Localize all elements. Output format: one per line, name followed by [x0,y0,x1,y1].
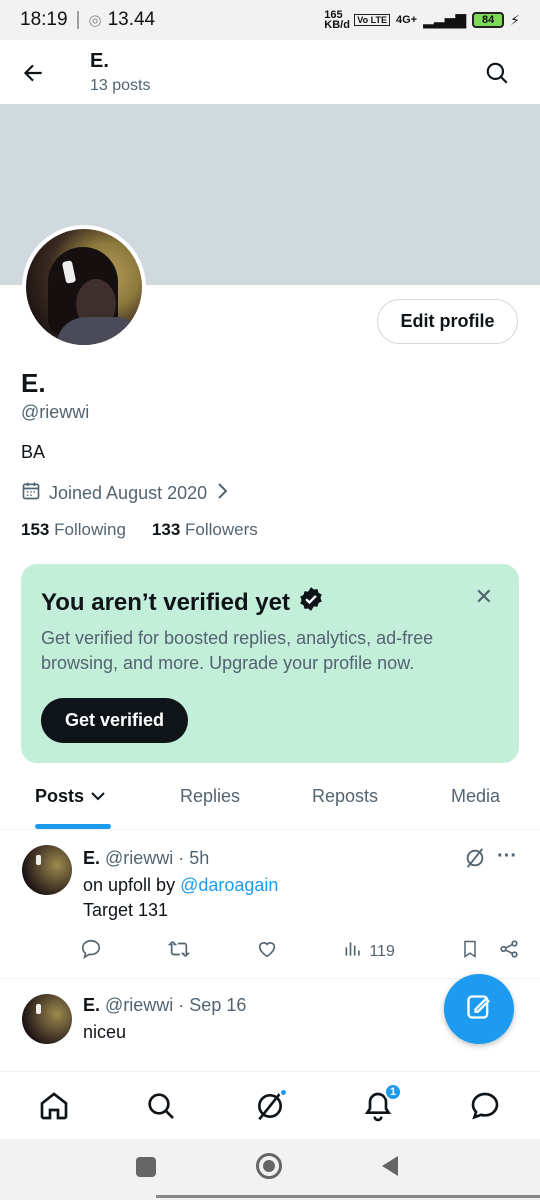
new-indicator-dot [279,1088,288,1097]
back-arrow-icon[interactable] [20,60,46,91]
joined-date[interactable]: Joined August 2020 [21,481,229,506]
explore-icon[interactable] [145,1090,177,1127]
signal-icon: ▂▃▅▇ [423,11,467,28]
gesture-bar [156,1195,540,1198]
post-text: on upfoll by @daroagain [83,875,279,895]
reply-icon[interactable] [80,938,102,965]
compose-icon [465,993,493,1026]
followers-link[interactable]: 133 Followers [152,520,258,540]
post-avatar[interactable] [22,994,72,1044]
app-icon: ◎ [88,12,102,29]
recents-icon[interactable] [136,1157,156,1177]
tab-media[interactable]: Media [451,786,500,807]
share-icon[interactable] [498,938,520,965]
profile-tabs: Posts Replies Reposts Media [0,772,540,830]
tab-replies[interactable]: Replies [180,786,240,807]
status-extra: 13.44 [107,9,156,30]
profile-avatar[interactable] [22,225,146,349]
system-navigation-bar [0,1139,540,1200]
compose-button[interactable] [444,974,514,1044]
views-icon [343,939,363,964]
network-label: 4G+ [395,14,418,26]
active-tab-indicator [35,824,111,829]
post-avatar[interactable] [22,845,72,895]
repost-icon[interactable] [167,938,191,965]
home-circle-icon[interactable] [256,1153,282,1179]
views-stat[interactable]: 119 [343,939,395,964]
battery-icon: 84 [472,12,505,28]
notifications-icon[interactable]: 1 [362,1083,402,1127]
verification-title: You aren’t verified yet [41,586,324,619]
profile-name: E. [21,368,46,398]
edit-profile-button[interactable]: Edit profile [377,299,518,344]
post-text: niceu [83,1022,127,1042]
close-icon[interactable]: ✕ [475,584,493,610]
verification-description: Get verified for boosted replies, analyt… [41,628,434,673]
chevron-down-icon [90,786,106,807]
notification-badge: 1 [384,1083,402,1101]
mention-link[interactable]: @daroagain [180,875,278,895]
more-options-icon[interactable]: ··· [497,845,517,868]
tab-reposts[interactable]: Reposts [312,786,378,807]
like-icon[interactable] [256,938,278,965]
grok-nav-icon[interactable] [254,1088,288,1127]
verification-card: You aren’t verified yet ✕ Get verified f… [21,564,519,763]
post-header: E. @riewwi · 5h [83,848,210,868]
verified-badge-icon [298,586,324,619]
top-bar: E. 13 posts [0,40,540,104]
profile-handle: @riewwi [21,402,90,422]
bookmark-icon[interactable] [460,938,480,965]
grok-icon[interactable] [464,847,486,874]
bottom-navigation: 1 [0,1071,540,1139]
tab-posts[interactable]: Posts [35,786,106,807]
chevron-right-icon [215,482,229,505]
header-post-count: 13 posts [90,77,151,94]
home-icon[interactable] [38,1090,70,1127]
messages-icon[interactable] [469,1090,501,1127]
status-time: 18:19 [20,9,68,30]
back-triangle-icon[interactable] [380,1155,400,1182]
profile-bio: BA [21,442,46,462]
post-header: E. @riewwi · Sep 16 [83,995,247,1015]
calendar-icon [21,481,41,506]
follow-stats: 153 Following 133 Followers [21,520,258,540]
search-icon[interactable] [484,60,510,91]
post-actions: 119 [80,938,520,965]
header-title: E. [90,50,109,72]
following-link[interactable]: 153 Following [21,520,126,540]
post-text-line2: Target 131 [83,900,169,920]
charging-icon: ⚡ [510,11,520,28]
network-speed: 165 KB/d [324,9,350,31]
status-bar: 18:19 | ◎ 13.44 165 KB/d Vo LTE 4G+ ▂▃▅▇… [0,0,540,40]
get-verified-button[interactable]: Get verified [41,698,188,743]
volte-icon: Vo LTE [354,14,390,26]
joined-label: Joined August 2020 [49,483,208,503]
